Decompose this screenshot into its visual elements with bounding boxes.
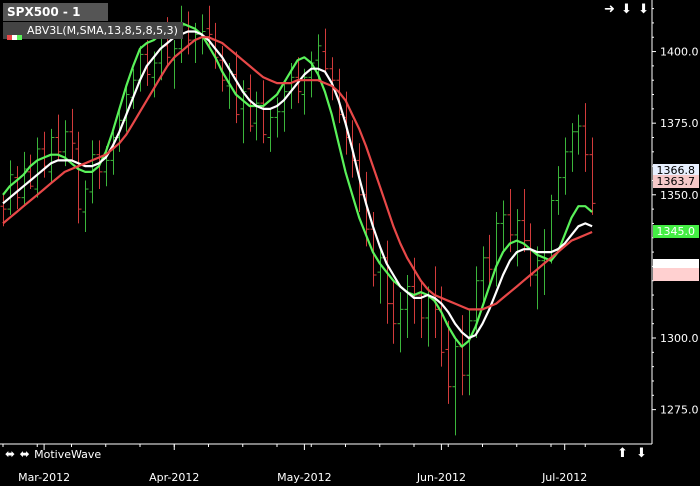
arrow-down-icon[interactable]: ⬇ (638, 2, 650, 17)
x-tick-label: May-2012 (277, 471, 332, 484)
x-tick-label: Jun-2012 (416, 471, 466, 484)
ohlc-bar (569, 123, 576, 172)
ohlc-bar (562, 137, 569, 195)
ohlc-bar (445, 320, 452, 404)
ohlc-bar (459, 315, 466, 396)
study-legend[interactable]: ABV3L(M,SMA,13,8,5,8,5,3) (3, 22, 183, 40)
ohlc-bar (75, 131, 82, 224)
price-label: 1345.0 (653, 225, 699, 238)
chart-title[interactable]: SPX500 - 1 day (3, 3, 108, 37)
y-tick-label: 1300.0 (660, 332, 699, 345)
ohlc-bar (27, 154, 34, 190)
scroll-left-icon[interactable]: ⬌ (20, 447, 30, 461)
ohlc-bar (582, 103, 589, 172)
ohlc-bar (418, 280, 425, 339)
ohlc-bar (267, 108, 274, 152)
ohlc-bar (575, 114, 582, 155)
ohlc-bar (69, 108, 76, 161)
nav-arrows: ➜ ⬇ ⬇ (604, 2, 650, 17)
y-tick-label: 1375.0 (660, 117, 699, 130)
ohlc-bar (253, 91, 260, 141)
ohlc-bar (390, 280, 397, 344)
ohlc-bar (397, 292, 404, 353)
x-tick-label: Mar-2012 (18, 471, 70, 484)
ohlc-bar (404, 274, 411, 339)
ohlc-bar (452, 338, 459, 436)
x-tick-label: Jul-2012 (541, 471, 587, 484)
ohlc-bar (14, 166, 21, 210)
ohlc-bar (500, 200, 507, 253)
ohlc-bar (589, 137, 596, 215)
ohlc-bar (548, 194, 555, 264)
series-line-slow (2, 36, 593, 311)
footer-brand: ⬌ ⬌ MotiveWave (5, 447, 101, 461)
ohlc-bar (493, 211, 500, 287)
brand-label: MotiveWave (34, 448, 102, 461)
ohlc-bar (281, 80, 288, 132)
y-tick-label: 1275.0 (660, 404, 699, 417)
bottom-nav-arrows: ⬆ ⬇ (617, 446, 649, 461)
arrow-down-icon[interactable]: ⬇ (636, 446, 649, 461)
arrow-down-icon[interactable]: ⬇ (621, 2, 633, 17)
arrow-up-icon[interactable]: ⬆ (617, 446, 630, 461)
scroll-left-icon[interactable]: ⬌ (5, 447, 15, 461)
ohlc-bar (322, 28, 329, 75)
ohlc-bar (260, 80, 267, 144)
y-tick-label: 1400.0 (660, 46, 699, 59)
price-chart[interactable]: 1275.01300.01325.01350.01375.01400.0Mar-… (0, 0, 700, 486)
scroll-right-icon[interactable]: ➜ (604, 2, 616, 17)
ohlc-bar (34, 137, 41, 198)
ohlc-bar (233, 51, 240, 124)
study-label: ABV3L(M,SMA,13,8,5,8,5,3) (27, 24, 178, 37)
ohlc-bar (514, 209, 521, 267)
ohlc-bar (308, 51, 315, 98)
y-tick-label: 1350.0 (660, 189, 699, 202)
ohlc-bar (55, 114, 62, 161)
ohlc-bar (555, 166, 562, 215)
ohlc-bar (384, 240, 391, 324)
ohlc-bar (466, 309, 473, 396)
price-label (653, 268, 699, 281)
ohlc-bar (171, 40, 178, 89)
ohlc-bar (21, 151, 28, 207)
ohlc-bar (82, 180, 89, 233)
price-label: 1363.7 (653, 175, 699, 188)
x-tick-label: Apr-2012 (149, 471, 199, 484)
study-swatch-icon (7, 28, 23, 40)
